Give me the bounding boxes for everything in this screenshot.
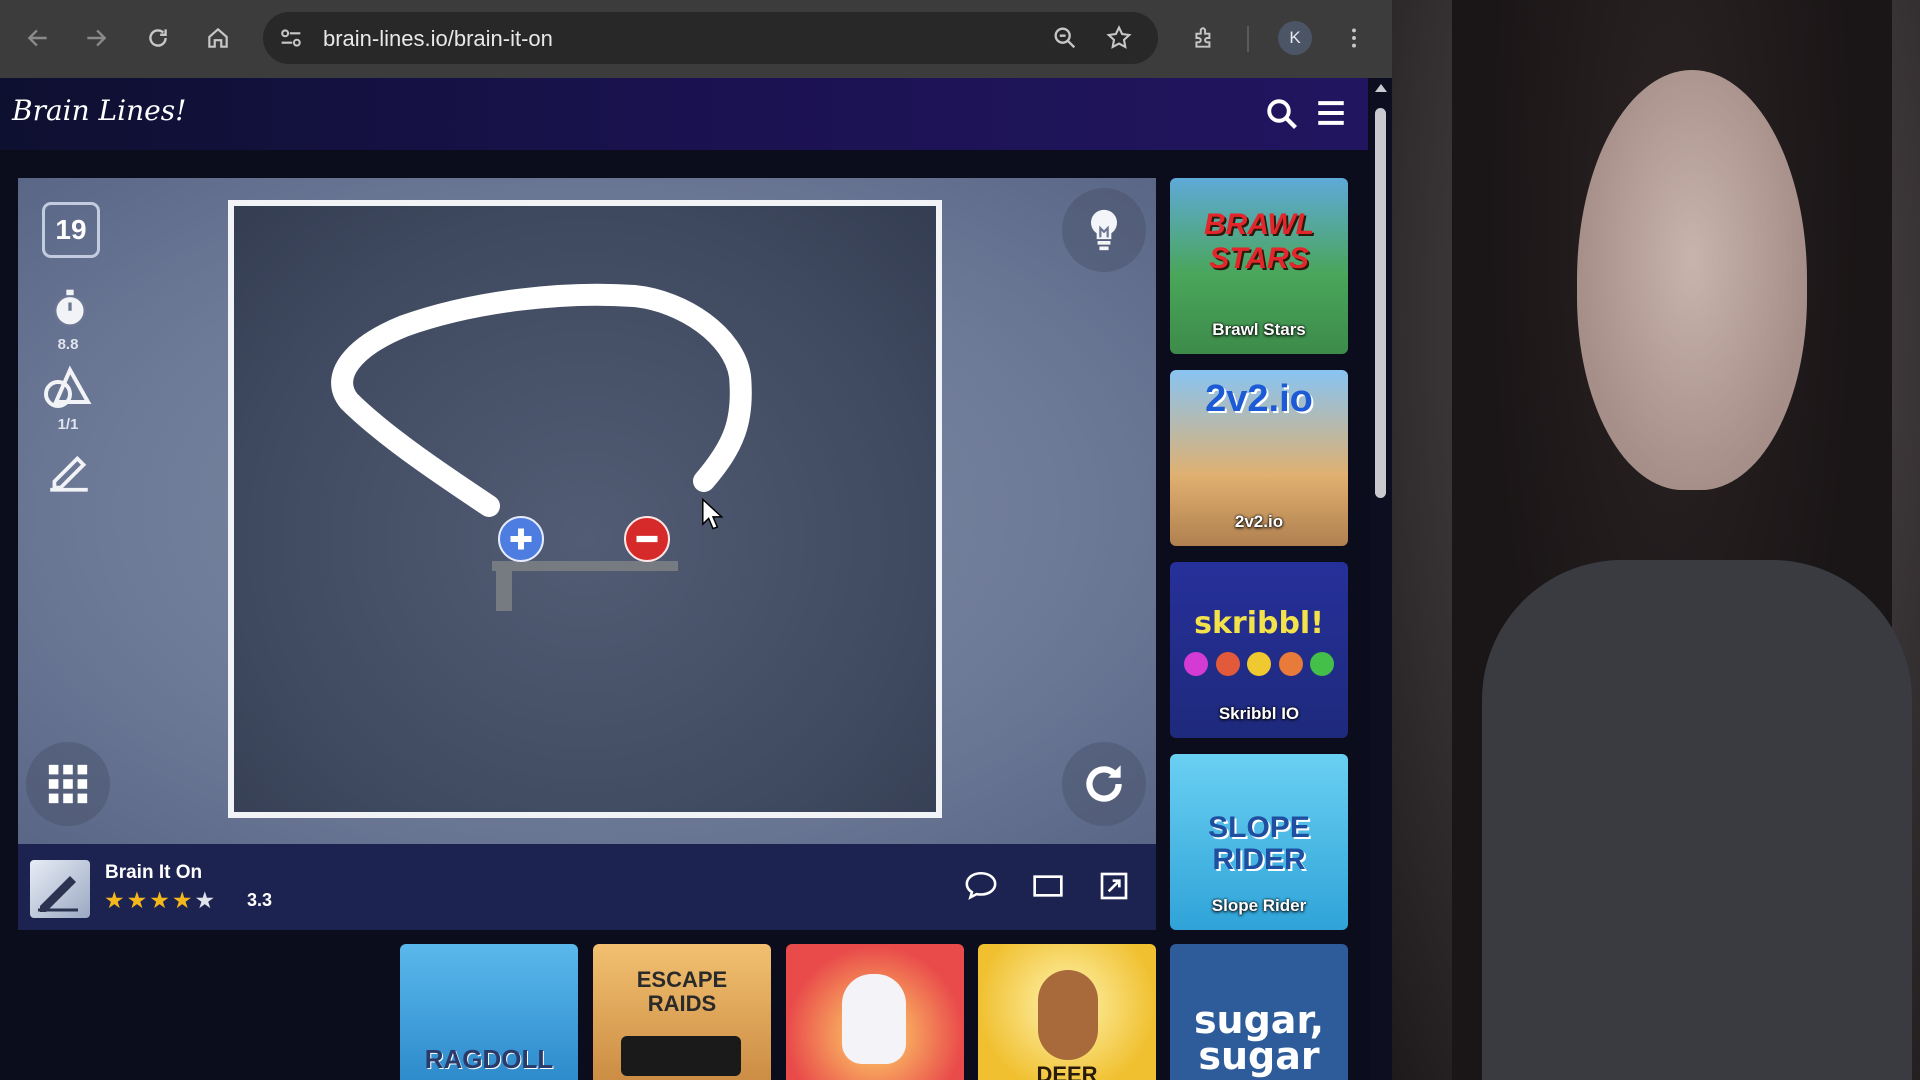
mouse-cursor [702,498,724,530]
forward-icon[interactable] [76,18,116,58]
address-bar[interactable]: brain-lines.io/brain-it-on [263,12,1158,64]
url-text[interactable]: brain-lines.io/brain-it-on [323,26,553,52]
home-icon[interactable] [198,18,238,58]
stopwatch-icon [54,289,86,327]
sweater [1482,560,1912,1080]
game-card-label: Slope Rider [1211,896,1307,915]
shapes-icon [44,365,92,408]
star-icon: ★ [171,887,193,913]
game-card-bunny[interactable] [786,944,964,1080]
browser-menu-icon[interactable] [1334,18,1374,58]
game-card-deer[interactable]: DEER [978,944,1156,1080]
zoom-icon[interactable] [1051,24,1079,52]
site-header: Brain Lines! [0,78,1368,150]
restart-icon [1086,765,1122,802]
reload-icon[interactable] [138,18,178,58]
game-thumbnail [30,860,90,918]
rating-stars: ★ ★ ★ ★ ★ [104,888,215,912]
page-scrollbar[interactable] [1370,78,1392,1080]
game-card-art-text: BRAWL STARS [1204,208,1314,275]
profile-avatar[interactable]: K [1278,21,1312,55]
deer-art [1038,970,1098,1060]
site-logo[interactable]: Brain Lines! [12,94,186,127]
comment-icon[interactable] [964,870,998,902]
game-card-escape-raids[interactable]: ESCAPE RAIDS [593,944,771,1080]
rating-value: 3.3 [247,890,273,910]
bunny-art [842,974,906,1064]
game-card-art-text: 2v2.io [1205,378,1313,420]
game-card-art-text: SLOPE RIDER [1208,811,1310,876]
game-card-art-text: skribbl! [1194,606,1324,641]
timer-value: 8.8 [57,336,79,353]
levels-grid-button[interactable] [26,742,110,826]
game-card-label: Brawl Stars [1212,320,1306,339]
shapes-count: 1/1 [57,416,79,433]
back-icon[interactable] [18,18,58,58]
browser-toolbar: brain-lines.io/brain-it-on K [0,0,1392,78]
extensions-icon[interactable] [1184,18,1224,58]
fullscreen-icon[interactable] [1098,870,1130,902]
game-card-slope-rider[interactable]: SLOPE RIDER Slope Rider [1170,754,1348,930]
game-card-art-text: ESCAPE RAIDS [636,967,728,1016]
scroll-up-arrow-icon[interactable] [1375,84,1387,92]
game-info-bar: Brain It On ★ ★ ★ ★ ★ 3.3 [18,844,1156,930]
search-icon[interactable] [1264,96,1300,132]
webcam-overlay [1392,0,1920,1080]
game-area: 19 8.8 1/1 [18,178,1156,844]
plus-ball [498,516,544,562]
scrollbar-thumb[interactable] [1375,108,1386,498]
game-card-ragdoll[interactable]: RAGDOLL [400,944,578,1080]
theater-mode-icon[interactable] [1032,872,1064,900]
game-title: Brain It On [105,862,203,883]
hint-button[interactable] [1062,188,1146,272]
game-card-sugar-sugar[interactable]: sugar, sugar [1170,944,1348,1080]
bookmark-star-icon[interactable] [1105,24,1133,52]
game-card-label: Skribbl IO [1218,704,1300,723]
star-icon: ★ [126,887,148,913]
pencil-icon [50,455,88,492]
skribbl-avatars [1184,652,1334,682]
browser-window: brain-lines.io/brain-it-on K Brain Lines… [0,0,1392,1080]
game-card-brawl-stars[interactable]: BRAWL STARS Brawl Stars [1170,178,1348,354]
star-icon: ★ [194,887,216,913]
drawn-line [331,283,752,517]
game-card-art-text: RAGDOLL [424,1044,554,1074]
toolbar-divider [1247,26,1249,52]
minus-ball [624,516,670,562]
game-card-2v2io[interactable]: 2v2.io 2v2.io [1170,370,1348,546]
police-car-art [621,1036,741,1076]
star-icon: ★ [104,887,125,913]
restart-button[interactable] [1062,742,1146,826]
game-card-art-text: DEER [1036,1062,1098,1080]
lightbulb-icon [1091,209,1117,251]
site-settings-icon[interactable] [277,24,305,52]
star-icon: ★ [149,887,170,913]
face [1577,70,1807,490]
game-card-skribbl-io[interactable]: skribbl! Skribbl IO [1170,562,1348,738]
game-card-art-text: sugar, sugar [1193,998,1325,1078]
hamburger-menu-icon[interactable] [1314,96,1348,130]
level-number: 19 [42,202,100,258]
grid-icon [48,764,88,804]
game-board[interactable] [228,200,942,818]
game-card-label: 2v2.io [1234,512,1284,531]
